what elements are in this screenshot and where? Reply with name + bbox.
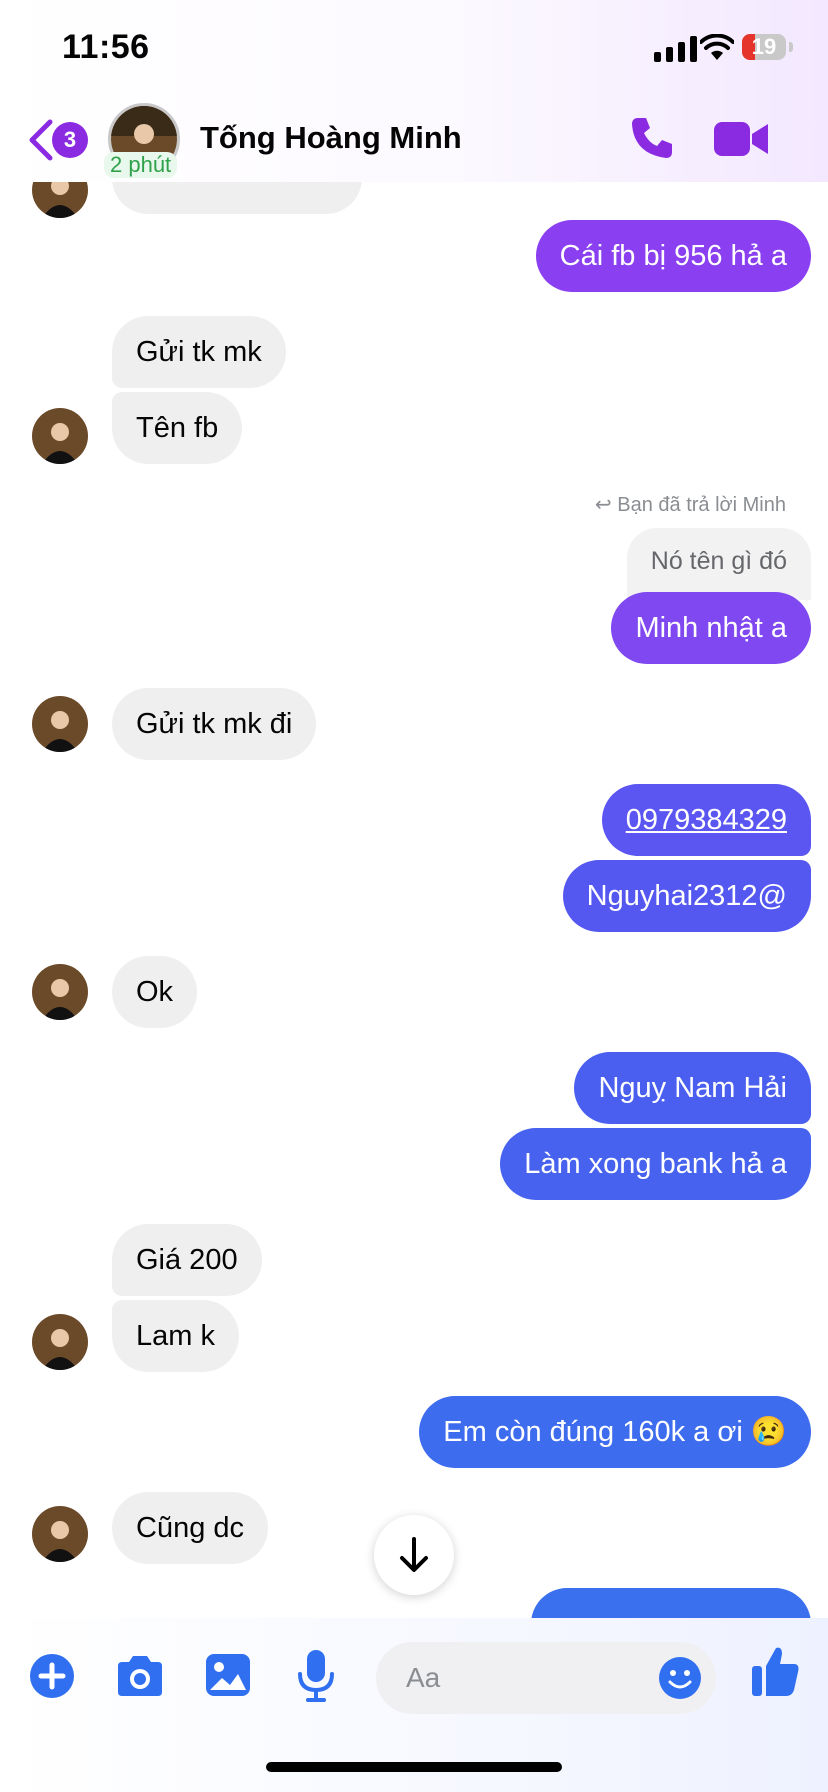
active-time-label: 2 phút: [104, 152, 178, 178]
message-bubble-outgoing[interactable]: Minh nhật a: [611, 592, 811, 664]
phone-number-link[interactable]: 0979384329: [601, 784, 811, 856]
message-bubble-incoming[interactable]: Ok: [112, 956, 198, 1028]
phone-call-icon[interactable]: [628, 114, 676, 162]
contact-avatar-small: [32, 182, 88, 218]
message-bubble-incoming[interactable]: Gửi tk mk đi: [112, 688, 317, 760]
cellular-signal-icon: [654, 36, 700, 62]
gallery-icon[interactable]: [204, 1652, 252, 1698]
thumbs-up-icon[interactable]: [750, 1644, 800, 1698]
battery-level: 19: [751, 34, 777, 59]
message-bubble-incoming[interactable]: Giá 200: [112, 1224, 262, 1296]
quoted-message[interactable]: Nó tên gì đó: [626, 528, 811, 600]
header-bar: 11:56 19 3 2 phút Tống Hoàng Minh: [0, 0, 828, 182]
reply-note-text: Bạn đã trả lời Minh: [617, 494, 786, 516]
contact-avatar-small: [32, 1506, 88, 1562]
video-call-icon[interactable]: [714, 118, 770, 160]
emoji-icon[interactable]: [658, 1656, 702, 1700]
message-bubble-outgoing[interactable]: Làm xong bank hả a: [500, 1128, 811, 1200]
message-bubble-outgoing[interactable]: Nguyhai2312@: [562, 860, 811, 932]
message-bubble-partial: [112, 182, 362, 214]
message-list[interactable]: Cái fb bị 956 hả a Gửi tk mk Tên fb ↩ Bạ…: [0, 182, 828, 1618]
contact-avatar-small: [32, 696, 88, 752]
status-time: 11:56: [62, 28, 150, 66]
arrow-down-icon: [400, 1537, 428, 1572]
contact-avatar-small: [32, 1314, 88, 1370]
message-bubble-incoming[interactable]: Tên fb: [112, 392, 243, 464]
plus-icon[interactable]: [28, 1652, 76, 1700]
message-input-placeholder: Aa: [406, 1662, 441, 1693]
message-bubble-incoming[interactable]: Gửi tk mk: [112, 316, 286, 388]
camera-icon[interactable]: [114, 1654, 166, 1698]
message-bubble-incoming[interactable]: Cũng dc: [112, 1492, 269, 1564]
message-input[interactable]: Aa: [376, 1642, 716, 1714]
contact-avatar-small: [32, 964, 88, 1020]
scroll-to-bottom-button[interactable]: [374, 1515, 454, 1595]
contact-avatar-small: [32, 408, 88, 464]
battery-icon: 19: [742, 34, 786, 60]
reply-arrow-icon: ↩: [594, 494, 612, 516]
message-bubble-incoming[interactable]: Lam k: [112, 1300, 239, 1372]
microphone-icon[interactable]: [296, 1648, 336, 1702]
wifi-icon: [700, 34, 734, 60]
home-indicator: [266, 1762, 562, 1772]
message-bubble-partial: [531, 1588, 811, 1618]
unread-count-badge[interactable]: 3: [52, 122, 88, 158]
reply-note: ↩ Bạn đã trả lời Minh: [595, 492, 786, 517]
message-bubble-outgoing[interactable]: Em còn đúng 160k a ơi 😢: [419, 1396, 811, 1468]
message-bubble-outgoing[interactable]: Cái fb bị 956 hả a: [535, 220, 811, 292]
contact-name[interactable]: Tống Hoàng Minh: [200, 120, 462, 156]
message-bubble-outgoing[interactable]: Nguỵ Nam Hải: [574, 1052, 811, 1124]
